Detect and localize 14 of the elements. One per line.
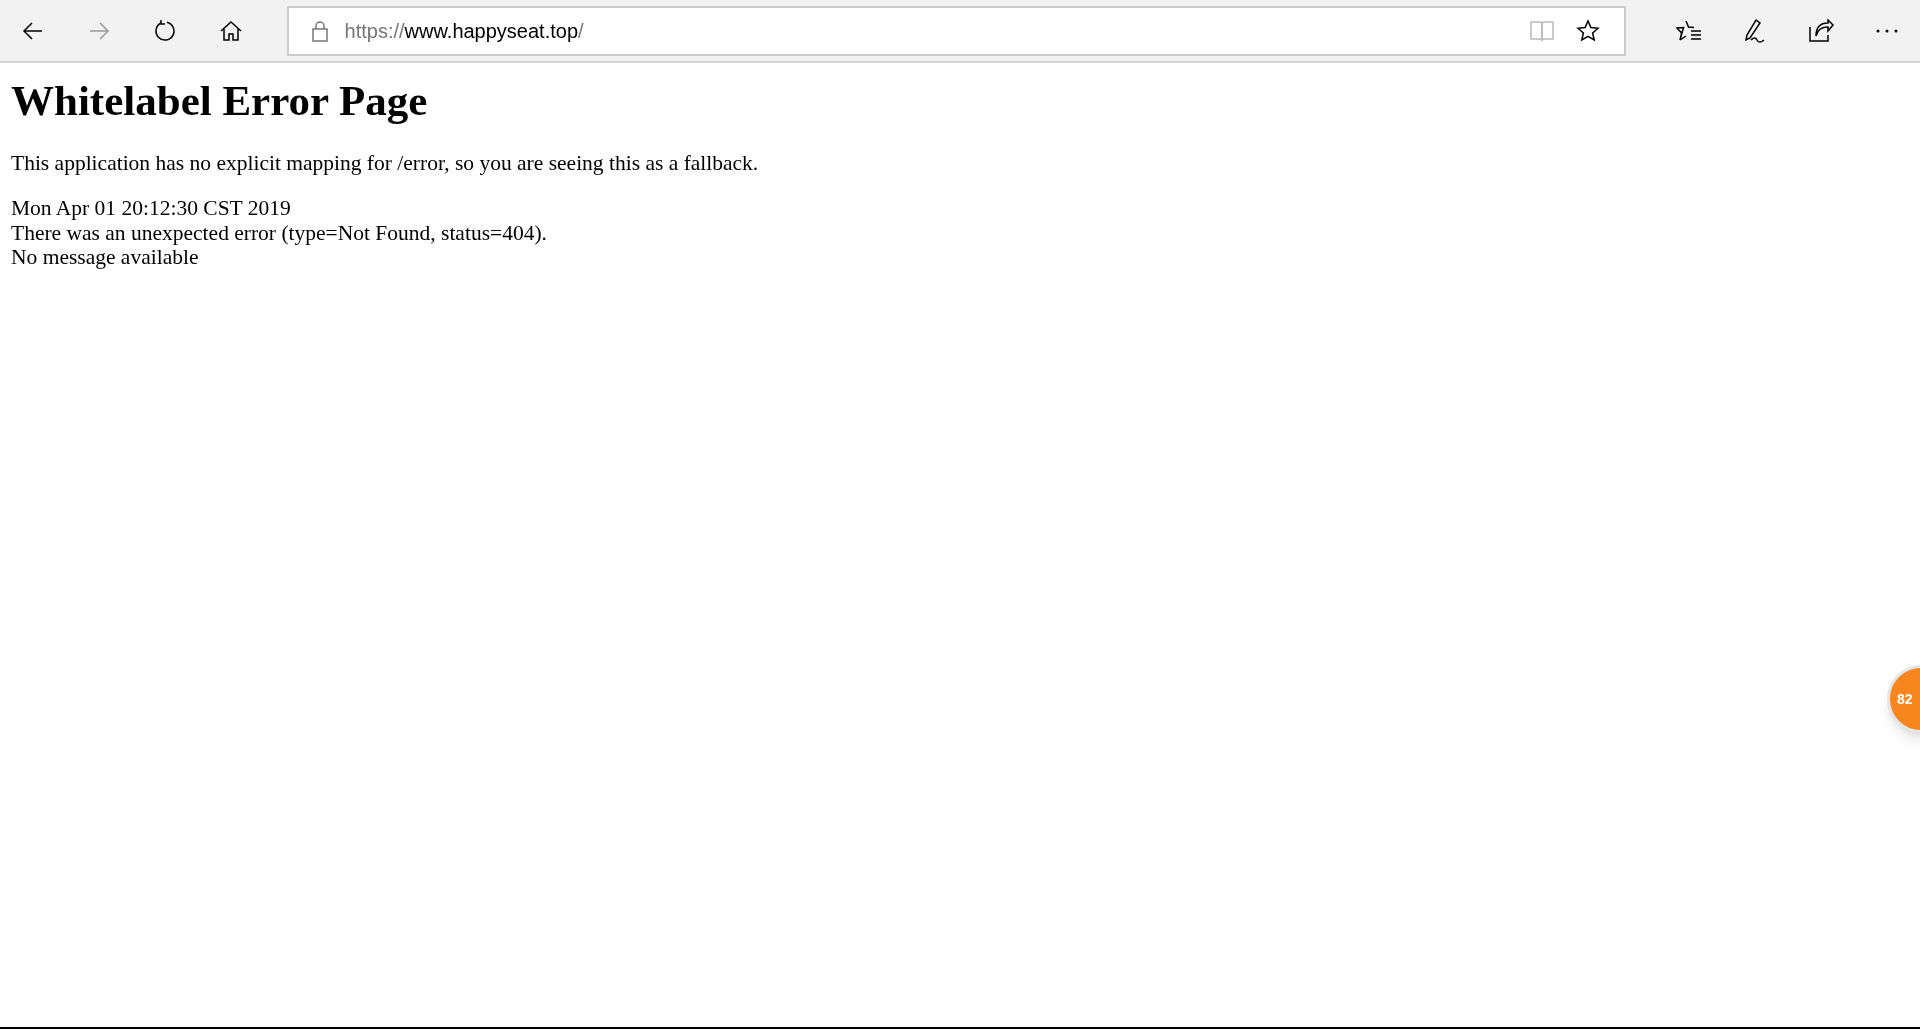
more-icon [1876,28,1898,33]
error-detail-line: No message available [11,245,199,270]
share-icon [1808,18,1835,43]
error-detail-line: Mon Apr 01 20:12:30 CST 2019 [11,196,291,221]
refresh-icon [152,18,177,43]
favorite-star-icon[interactable] [1576,18,1601,43]
page-heading: Whitelabel Error Page [11,76,429,126]
address-bar[interactable]: https://www.happyseat.top/ [286,5,1627,56]
home-icon [218,18,243,43]
url-text: https://www.happyseat.top/ [344,18,584,44]
intro-text: This application has no explicit mapping for /error, so you are seeing this as a fallback. [11,150,760,177]
error-detail-line: There was an unexpected error (type=Not Found, status=404). [11,220,547,246]
star-list-icon [1676,18,1703,43]
lock-icon [310,19,329,42]
